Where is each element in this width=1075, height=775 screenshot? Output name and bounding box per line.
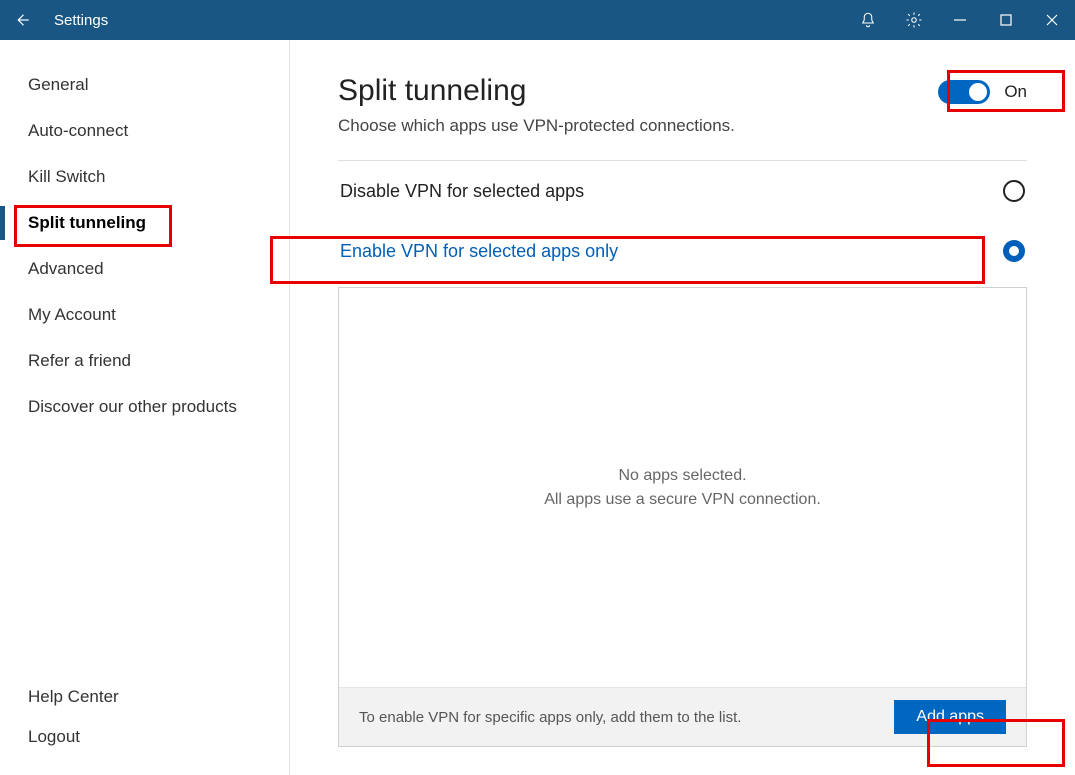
close-button[interactable] <box>1029 0 1075 40</box>
sidebar-item-help[interactable]: Help Center <box>0 677 289 717</box>
notifications-button[interactable] <box>845 0 891 40</box>
sidebar: General Auto-connect Kill Switch Split t… <box>0 40 290 775</box>
option-disable-vpn[interactable]: Disable VPN for selected apps <box>338 161 1027 221</box>
settings-gear-button[interactable] <box>891 0 937 40</box>
back-button[interactable] <box>0 0 44 40</box>
radio-unselected-icon <box>1003 180 1025 202</box>
sidebar-item-split-tunneling[interactable]: Split tunneling <box>0 200 289 246</box>
apps-list-box: No apps selected. All apps use a secure … <box>338 287 1027 747</box>
maximize-button[interactable] <box>983 0 1029 40</box>
option-label: Disable VPN for selected apps <box>340 181 584 202</box>
titlebar: Settings <box>0 0 1075 40</box>
sidebar-item-general[interactable]: General <box>0 62 289 108</box>
gear-icon <box>905 11 923 29</box>
sidebar-item-killswitch[interactable]: Kill Switch <box>0 154 289 200</box>
sidebar-item-discover[interactable]: Discover our other products <box>0 384 289 430</box>
split-tunneling-toggle[interactable] <box>938 80 990 104</box>
toggle-state-label: On <box>1004 82 1027 102</box>
radio-selected-icon <box>1003 240 1025 262</box>
maximize-icon <box>1000 14 1012 26</box>
page-title: Split tunneling <box>338 74 735 108</box>
main-panel: Split tunneling Choose which apps use VP… <box>290 40 1075 775</box>
sidebar-item-refer[interactable]: Refer a friend <box>0 338 289 384</box>
sidebar-item-logout[interactable]: Logout <box>0 717 289 757</box>
apps-footer-hint: To enable VPN for specific apps only, ad… <box>359 709 741 726</box>
minimize-button[interactable] <box>937 0 983 40</box>
apps-empty-line1: No apps selected. <box>618 464 746 488</box>
close-icon <box>1045 13 1059 27</box>
sidebar-item-my-account[interactable]: My Account <box>0 292 289 338</box>
arrow-left-icon <box>13 11 31 29</box>
page-subtitle: Choose which apps use VPN-protected conn… <box>338 116 735 136</box>
add-apps-button[interactable]: Add apps <box>894 700 1006 734</box>
option-enable-vpn-only[interactable]: Enable VPN for selected apps only <box>338 221 1027 281</box>
option-label: Enable VPN for selected apps only <box>340 241 618 262</box>
sidebar-item-autoconnect[interactable]: Auto-connect <box>0 108 289 154</box>
bell-icon <box>859 11 877 29</box>
apps-empty-line2: All apps use a secure VPN connection. <box>544 488 821 512</box>
minimize-icon <box>953 13 967 27</box>
sidebar-item-advanced[interactable]: Advanced <box>0 246 289 292</box>
window-title: Settings <box>44 12 108 29</box>
